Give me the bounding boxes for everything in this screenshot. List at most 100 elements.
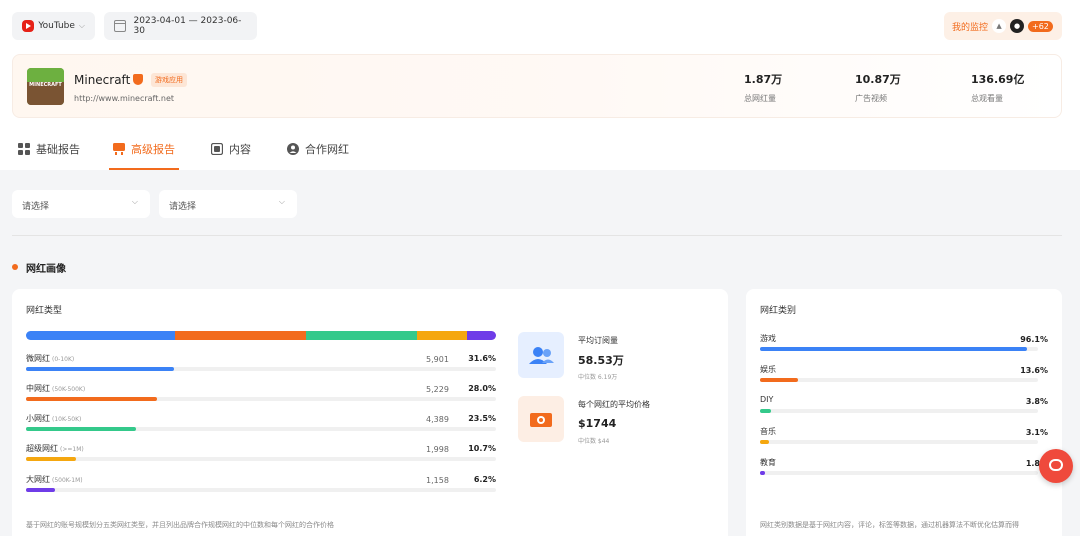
row-range: (>=1M) xyxy=(60,446,84,453)
row-count: 5,229 xyxy=(426,385,449,394)
kpi-value: $1744 xyxy=(578,417,617,430)
row-name: 超级网红 (>=1M) xyxy=(26,444,84,453)
row-bar-track xyxy=(26,488,496,492)
stat-total-views: 136.69亿 总观看量 xyxy=(971,71,1024,104)
monitored-brand-icon: ▲ xyxy=(992,19,1007,33)
stacked-bar-segment xyxy=(416,331,467,340)
category-name: 娱乐 xyxy=(760,365,776,374)
kpi-label: 每个网红的平均价格 xyxy=(578,400,650,409)
row-bar-fill xyxy=(26,367,174,371)
row-bar-fill xyxy=(26,427,137,431)
advanced-report-icon xyxy=(113,143,125,155)
kpi-value: 58.53万 xyxy=(578,354,624,367)
row-percent: 10.7% xyxy=(468,444,496,453)
filter-select-1[interactable]: 请选择 ⌵ xyxy=(12,190,150,218)
category-bar-track xyxy=(760,409,1038,413)
kpi-label: 平均订阅量 xyxy=(578,336,618,345)
report-tabs: 基础报告 高级报告 内容 合作网红 xyxy=(0,132,1080,170)
select-placeholder: 请选择 xyxy=(22,202,50,212)
tab-label: 基础报告 xyxy=(36,143,80,156)
card-footnote: 网红类别数据是基于网红内容，评论，标签等数据，通过机器算法不断优化估算而得 xyxy=(760,521,1019,529)
row-percent: 23.5% xyxy=(468,414,496,423)
section-title: 网红画像 xyxy=(26,264,66,275)
tab-label: 内容 xyxy=(229,143,251,156)
category-name: 音乐 xyxy=(760,427,776,436)
influencer-type-stacked-bar xyxy=(26,331,496,340)
row-range: (50K-500K) xyxy=(52,386,86,393)
stacked-bar-segment xyxy=(306,331,417,340)
influencer-type-card: 网红类型 微网红 (0-10K) 5,901 31.6% 中网红 (50K-500K) 5,… xyxy=(12,289,728,536)
calendar-icon xyxy=(114,20,126,32)
filter-select-2[interactable]: 请选择 ⌵ xyxy=(159,190,297,218)
tab-content[interactable]: 内容 xyxy=(210,141,251,157)
tab-label: 合作网红 xyxy=(305,143,349,156)
row-percent: 6.2% xyxy=(473,475,496,484)
row-bar-fill xyxy=(26,488,56,492)
row-name: 大网红 (500K-1M) xyxy=(26,475,83,484)
chevron-down-icon: ⌵ xyxy=(131,197,138,206)
date-range-picker[interactable]: 2023-04-01 — 2023-06-30 xyxy=(104,12,257,40)
row-percent: 31.6% xyxy=(468,354,496,363)
tab-basic-report[interactable]: 基础报告 xyxy=(18,141,80,157)
category-bar-fill xyxy=(760,409,771,413)
category-row: 音乐 3.1% xyxy=(760,426,1048,444)
platform-label: YouTube xyxy=(38,21,75,31)
category-bar-track xyxy=(760,378,1038,382)
category-percent: 13.6% xyxy=(1020,366,1048,375)
my-monitor-button[interactable]: 我的监控 ▲ ● +62 xyxy=(944,12,1062,40)
users-icon xyxy=(518,332,564,378)
row-bar-fill xyxy=(26,457,77,461)
verified-shield-icon xyxy=(133,74,143,85)
stat-label: 广告视频 xyxy=(855,94,887,103)
card-title: 网红类型 xyxy=(26,306,63,316)
stat-value: 10.87万 xyxy=(855,73,901,86)
chat-support-button[interactable] xyxy=(1039,449,1073,483)
stacked-bar-segment xyxy=(26,331,175,340)
row-bar-fill xyxy=(26,397,158,401)
category-row: 娱乐 13.6% xyxy=(760,364,1048,382)
stat-value: 136.69亿 xyxy=(971,73,1025,86)
row-range: (0-10K) xyxy=(52,356,75,363)
category-row: 教育 1.8% xyxy=(760,457,1048,475)
category-percent: 3.1% xyxy=(1025,428,1048,437)
content-icon xyxy=(210,142,224,156)
active-tab-indicator xyxy=(109,168,179,170)
row-name: 小网红 (10K-50K) xyxy=(26,414,82,423)
category-row: DIY 3.8% xyxy=(760,395,1048,413)
kpi-sub: 中位数 6.19万 xyxy=(578,374,618,381)
category-bar-fill xyxy=(760,471,765,475)
divider xyxy=(12,235,1062,236)
category-name: 教育 xyxy=(760,458,776,467)
kpi-sub: 中位数 $44 xyxy=(578,438,610,445)
category-bar-track xyxy=(760,440,1038,444)
category-bar-fill xyxy=(760,440,769,444)
row-name: 微网红 (0-10K) xyxy=(26,354,75,363)
monitored-brand-icon: ● xyxy=(1010,19,1025,33)
row-range: (10K-50K) xyxy=(52,416,82,423)
select-placeholder: 请选择 xyxy=(169,202,197,212)
category-percent: 96.1% xyxy=(1020,335,1048,344)
row-name: 中网红 (50K-500K) xyxy=(26,384,86,393)
stat-label: 总网红量 xyxy=(744,94,776,103)
user-icon xyxy=(287,143,299,155)
category-percent: 3.8% xyxy=(1025,397,1048,406)
youtube-icon xyxy=(22,20,35,32)
row-percent: 28.0% xyxy=(468,384,496,393)
tab-partner-influencers[interactable]: 合作网红 xyxy=(287,141,349,157)
category-bar-fill xyxy=(760,378,798,382)
money-icon xyxy=(518,396,564,442)
my-monitor-label: 我的监控 xyxy=(952,22,989,33)
row-count: 5,901 xyxy=(426,355,449,364)
row-bar-track xyxy=(26,457,496,461)
brand-url[interactable]: http://www.minecraft.net xyxy=(74,94,174,103)
monitor-count-badge: +62 xyxy=(1028,20,1053,32)
platform-select[interactable]: YouTube ⌵ xyxy=(12,12,95,40)
grid-icon xyxy=(18,143,30,155)
card-footnote: 基于网红的账号规模划分五类网红类型，并且列出品牌合作规模网红的中位数和每个网红的… xyxy=(26,521,334,529)
tab-advanced-report[interactable]: 高级报告 xyxy=(113,141,175,157)
influencer-category-card: 网红类别 游戏 96.1% 娱乐 13.6% DIY 3.8% 音乐 3.1% 教育 1.8% 网… xyxy=(746,289,1062,536)
card-title: 网红类别 xyxy=(760,306,797,316)
brand-logo: MINECRAFT xyxy=(27,68,64,105)
stacked-bar-segment xyxy=(174,331,307,340)
category-name: 游戏 xyxy=(760,334,776,343)
